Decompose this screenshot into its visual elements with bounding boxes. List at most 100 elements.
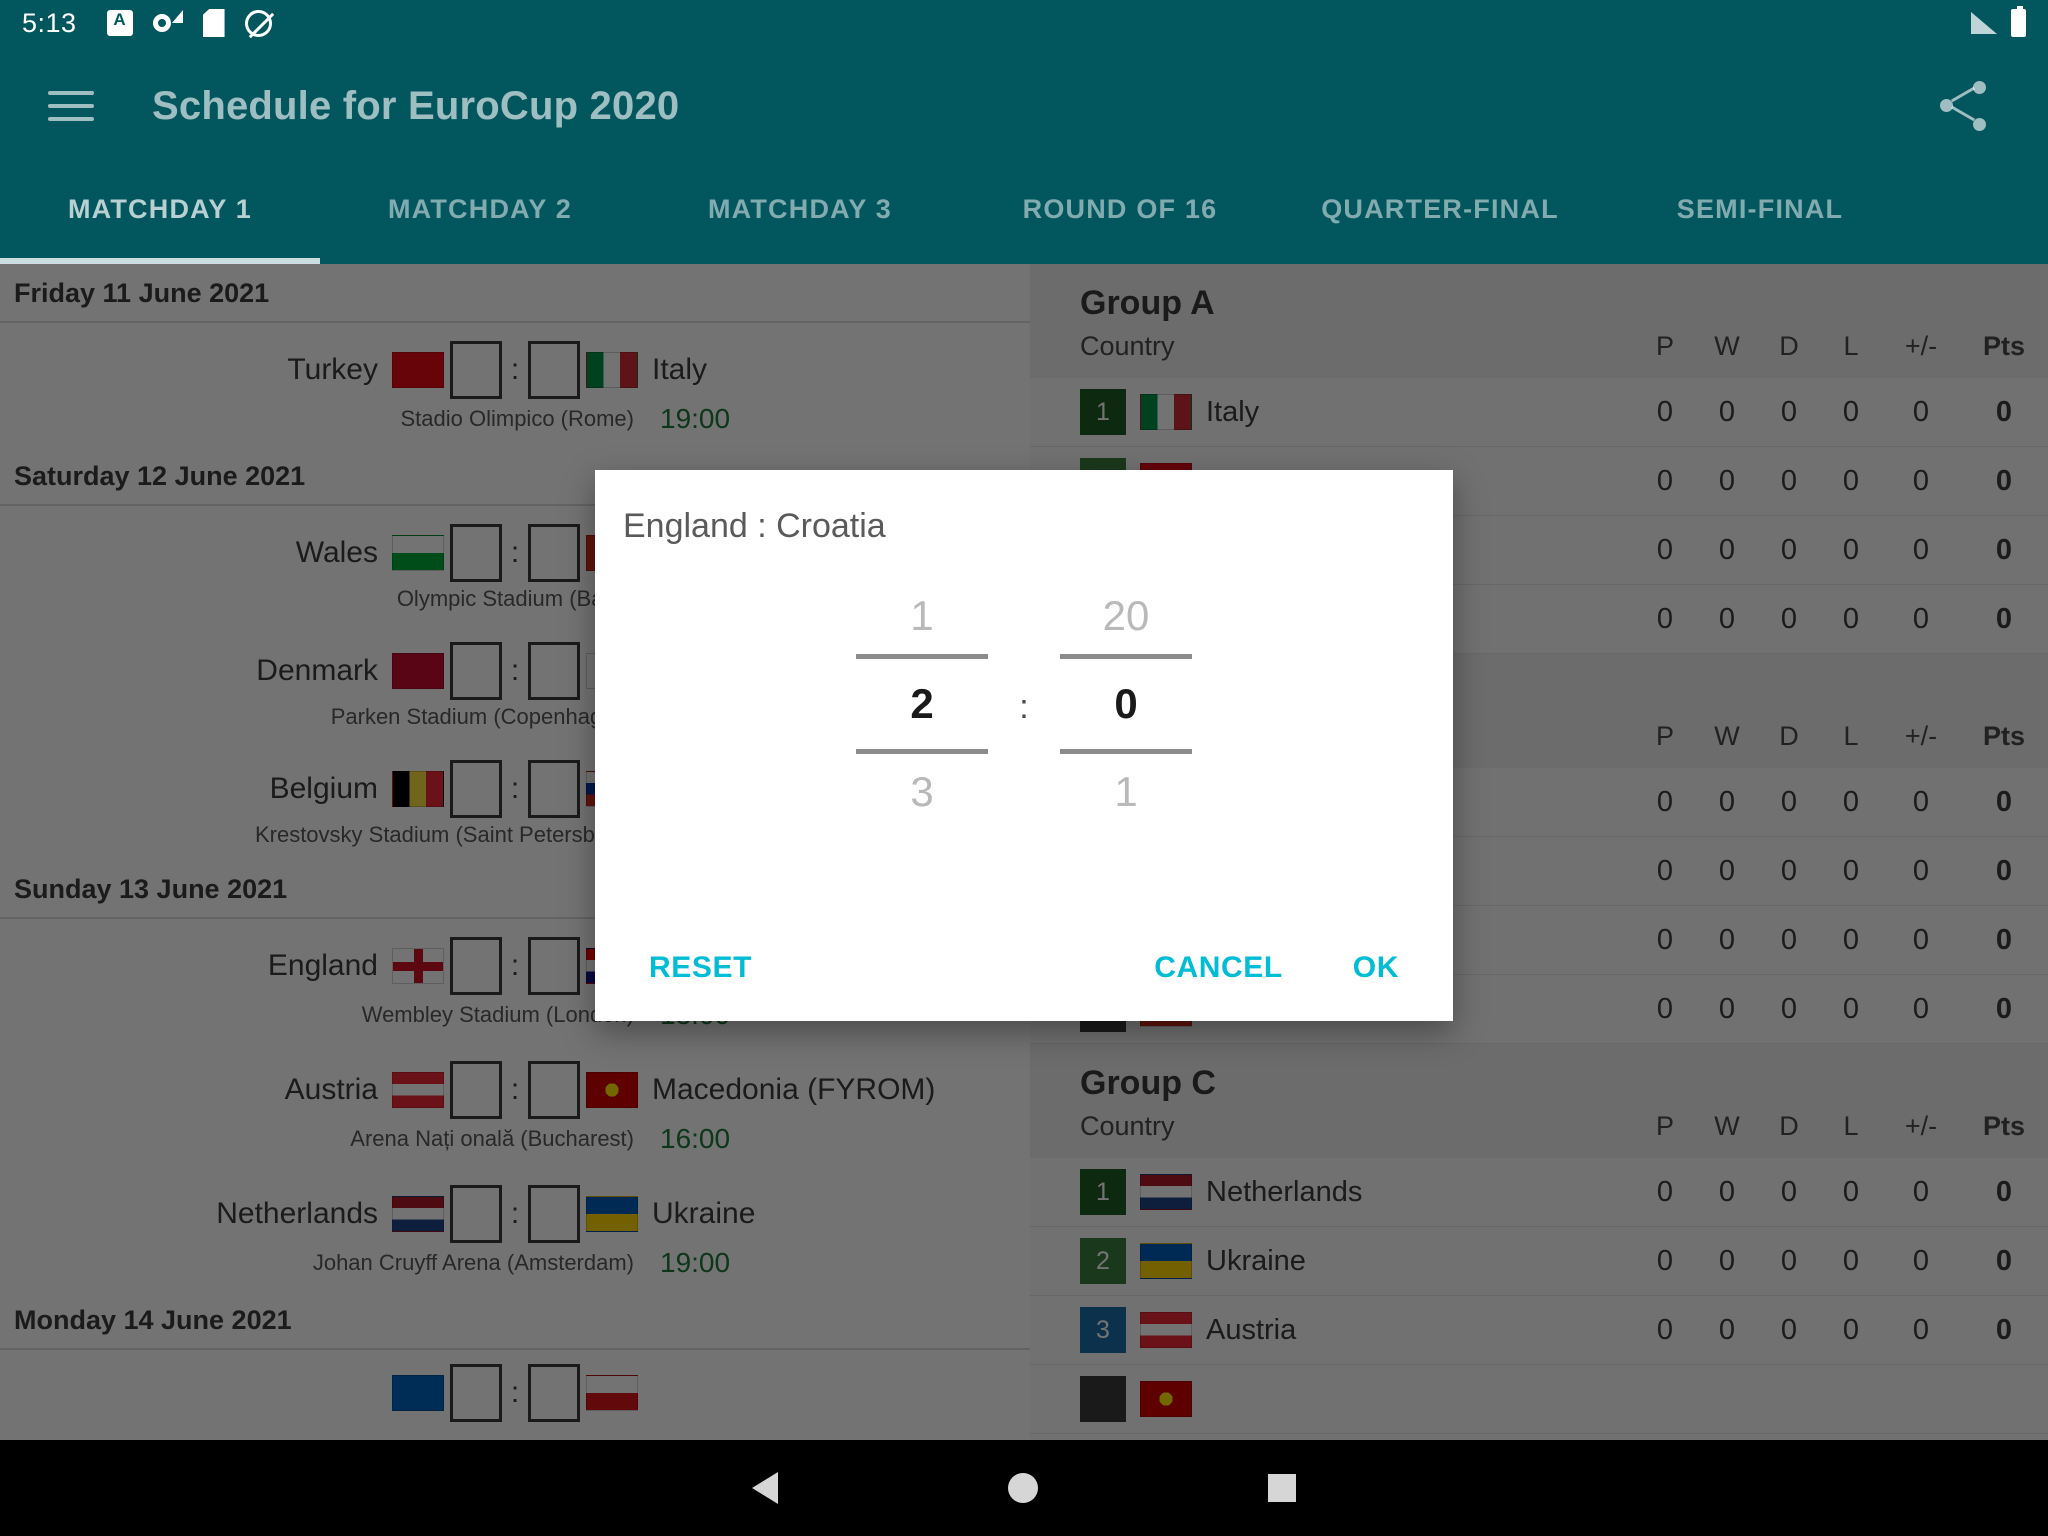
column-goal-diff: +/- <box>1904 1111 1938 1141</box>
cell-w: 0 <box>1718 992 1736 1025</box>
cell-p: 0 <box>1656 923 1674 956</box>
tab-bar: MATCHDAY 1 MATCHDAY 2 MATCHDAY 3 ROUND O… <box>0 166 2048 264</box>
cell-l: 0 <box>1842 992 1860 1025</box>
tab-matchday-1[interactable]: MATCHDAY 1 <box>0 166 320 264</box>
cell-l: 0 <box>1842 533 1860 566</box>
home-selected-value[interactable]: 2 <box>842 659 1002 749</box>
away-score-input[interactable] <box>528 524 580 582</box>
sd-card-icon <box>202 9 225 37</box>
macedonia-flag <box>586 1072 638 1108</box>
home-score-input[interactable] <box>450 760 502 818</box>
away-selected-value[interactable]: 0 <box>1046 659 1206 749</box>
tab-round-of-16[interactable]: ROUND OF 16 <box>960 166 1280 264</box>
cell-goal-diff: 0 <box>1912 923 1930 956</box>
cell-w: 0 <box>1718 785 1736 818</box>
home-team-name: Turkey <box>287 353 378 386</box>
hamburger-menu-icon[interactable] <box>48 82 94 130</box>
status-bar-right-icons <box>1971 6 2026 37</box>
column-pts: Pts <box>1982 1111 2026 1141</box>
table-row[interactable] <box>1030 1365 2048 1434</box>
table-row[interactable]: 3 Austria 0 0 0 0 0 0 <box>1030 1296 2048 1365</box>
home-score-input[interactable] <box>450 524 502 582</box>
cell-w: 0 <box>1718 533 1736 566</box>
away-score-input[interactable] <box>528 642 580 700</box>
cell-p: 0 <box>1656 1313 1674 1346</box>
cell-d: 0 <box>1780 1313 1798 1346</box>
app-root: 5:13 A Schedule for EuroCup 2020 MATCHDA… <box>0 0 2048 1536</box>
home-team-name: Austria <box>284 1073 378 1106</box>
tab-matchday-3[interactable]: MATCHDAY 3 <box>640 166 960 264</box>
reset-button[interactable]: RESET <box>631 937 770 999</box>
tab-semi-final[interactable]: SEMI-FINAL <box>1600 166 1920 264</box>
cell-p: 0 <box>1656 464 1674 497</box>
score-separator: : <box>510 1073 520 1106</box>
away-score-input[interactable] <box>528 760 580 818</box>
away-score-input[interactable] <box>528 1185 580 1243</box>
italy-flag <box>586 352 638 388</box>
cell-l: 0 <box>1842 1244 1860 1277</box>
recents-square-icon[interactable] <box>1268 1474 1296 1502</box>
cell-p: 0 <box>1656 1175 1674 1208</box>
away-team-name: Ukraine <box>652 1197 756 1230</box>
signal-icon <box>1971 12 1997 34</box>
match-row[interactable]: Turkey : Italy <box>0 323 1030 403</box>
cell-p: 0 <box>1656 785 1674 818</box>
home-prev-value[interactable]: 1 <box>842 578 1002 654</box>
column-pts: Pts <box>1982 721 2026 751</box>
ok-button[interactable]: OK <box>1335 937 1417 999</box>
away-score-input[interactable] <box>528 1364 580 1422</box>
back-triangle-icon[interactable] <box>752 1472 778 1504</box>
cell-d: 0 <box>1780 785 1798 818</box>
home-score-input[interactable] <box>450 1364 502 1422</box>
match-row[interactable]: Netherlands : Ukraine <box>0 1167 1030 1247</box>
away-score-input[interactable] <box>528 341 580 399</box>
cell-pts: 0 <box>1995 992 2013 1025</box>
share-icon[interactable] <box>1938 81 1988 131</box>
home-score-input[interactable] <box>450 341 502 399</box>
cancel-button[interactable]: CANCEL <box>1136 937 1301 999</box>
home-next-value[interactable]: 3 <box>842 754 1002 830</box>
table-row[interactable]: 1 Netherlands 0 0 0 0 0 0 <box>1030 1158 2048 1227</box>
column-w: W <box>1714 1111 1740 1141</box>
cell-l: 0 <box>1842 1175 1860 1208</box>
do-not-disturb-icon <box>244 9 272 37</box>
group-title: Group C <box>1030 1044 2048 1109</box>
table-row[interactable]: 1 Italy 0 0 0 0 0 0 <box>1030 378 2048 447</box>
away-prev-value[interactable]: 20 <box>1046 578 1206 654</box>
home-score-spinner[interactable]: 1 2 3 <box>842 578 1002 830</box>
cell-goal-diff: 0 <box>1912 1175 1930 1208</box>
cell-pts: 0 <box>1995 464 2013 497</box>
cell-l: 0 <box>1842 923 1860 956</box>
table-row[interactable]: 2 Ukraine 0 0 0 0 0 0 <box>1030 1227 2048 1296</box>
kickoff-time: 19:00 <box>660 403 731 434</box>
home-score-input[interactable] <box>450 642 502 700</box>
cell-p: 0 <box>1656 602 1674 635</box>
austria-flag <box>1140 1312 1192 1348</box>
cell-w: 0 <box>1718 1244 1736 1277</box>
away-score-input[interactable] <box>528 1061 580 1119</box>
match-row[interactable]: : <box>0 1350 1030 1426</box>
italy-flag <box>1140 394 1192 430</box>
away-next-value[interactable]: 1 <box>1046 754 1206 830</box>
cell-l: 0 <box>1842 785 1860 818</box>
cell-d: 0 <box>1780 533 1798 566</box>
home-score-input[interactable] <box>450 1061 502 1119</box>
match-row[interactable]: Austria : Macedonia (FYROM) <box>0 1043 1030 1123</box>
cell-pts: 0 <box>1995 1244 2013 1277</box>
tab-quarter-final[interactable]: QUARTER-FINAL <box>1280 166 1600 264</box>
venue-name: Parken Stadium (Copenhagen) <box>330 704 634 729</box>
home-score-input[interactable] <box>450 937 502 995</box>
cell-d: 0 <box>1780 1175 1798 1208</box>
standings-table-header: Country P W D L +/- Pts <box>1030 329 2048 378</box>
cell-goal-diff: 0 <box>1912 1244 1930 1277</box>
cell-d: 0 <box>1780 395 1798 428</box>
home-circle-icon[interactable] <box>1008 1473 1038 1503</box>
away-score-input[interactable] <box>528 937 580 995</box>
cell-goal-diff: 0 <box>1912 854 1930 887</box>
home-score-input[interactable] <box>450 1185 502 1243</box>
battery-icon <box>2011 6 2026 37</box>
tab-matchday-2[interactable]: MATCHDAY 2 <box>320 166 640 264</box>
away-score-spinner[interactable]: 20 0 1 <box>1046 578 1206 830</box>
column-w: W <box>1714 721 1740 751</box>
cell-d: 0 <box>1780 992 1798 1025</box>
